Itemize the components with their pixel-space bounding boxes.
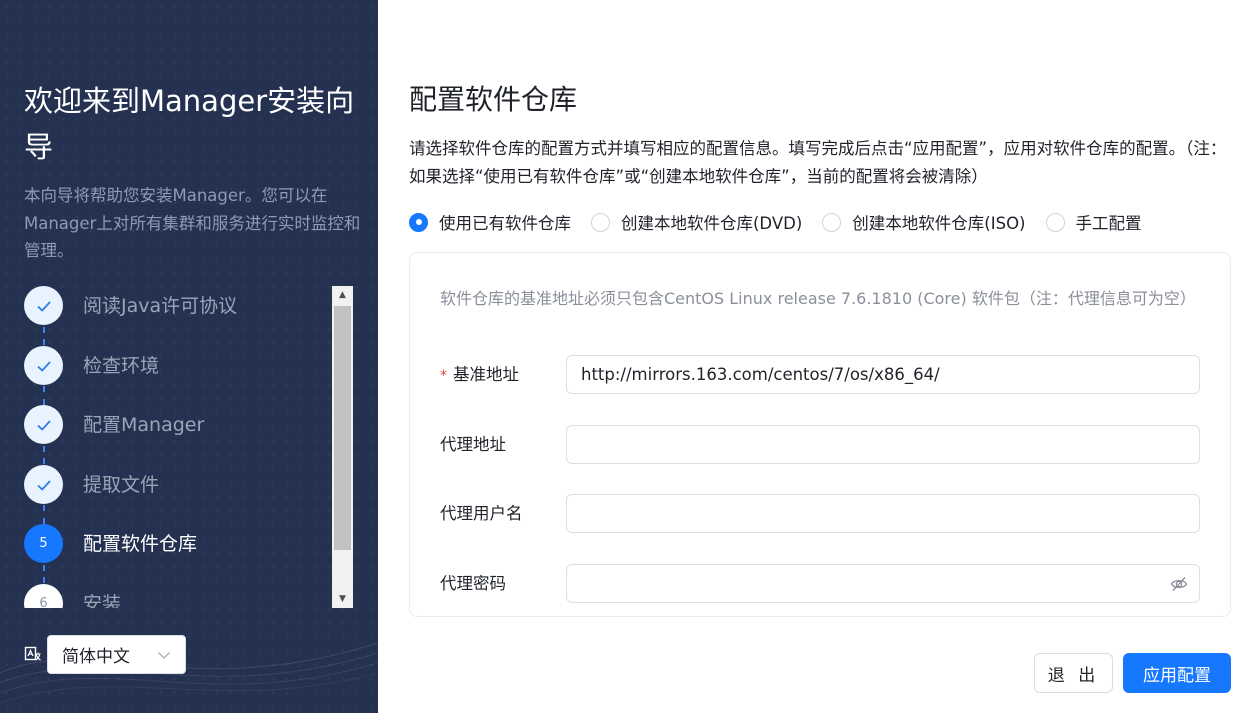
page-description: 请选择软件仓库的配置方式并填写相应的配置信息。填写完成后点击“应用配置”，应用对… xyxy=(409,139,1227,186)
radio-button[interactable] xyxy=(822,212,842,232)
step-number-circle: 5 xyxy=(24,524,63,563)
radio-label: 创建本地软件仓库(DVD) xyxy=(621,214,803,233)
repository-mode-radio-group: 使用已有软件仓库 创建本地软件仓库(DVD) 创建本地软件仓库(ISO) 手工配… xyxy=(409,208,1162,236)
radio-button[interactable] xyxy=(591,212,610,232)
step-done-circle xyxy=(24,465,63,504)
proxy-username-input[interactable] xyxy=(566,494,1200,533)
scrollbar-thumb[interactable] xyxy=(334,306,351,550)
step-connector xyxy=(43,327,45,345)
radio-manual-configuration[interactable]: 手工配置 xyxy=(1045,210,1142,234)
language-select-value: 简体中文 xyxy=(62,647,130,667)
step-list-scrollbar[interactable]: ▲ ▼ xyxy=(332,286,353,608)
radio-create-local-repository-iso[interactable]: 创建本地软件仓库(ISO) xyxy=(822,210,1026,234)
form-row-proxy-address: 代理地址 xyxy=(440,425,1202,464)
step-number-circle: 6 xyxy=(24,584,63,608)
radio-label: 手工配置 xyxy=(1075,214,1142,233)
step-item-extract-files: 提取文件 xyxy=(24,465,324,505)
check-icon xyxy=(36,360,51,372)
wizard-title: 欢迎来到Manager安装向导 xyxy=(24,84,355,164)
radio-button-checked[interactable] xyxy=(409,212,428,232)
proxy-password-label: 代理密码 xyxy=(440,574,506,593)
radio-use-existing-repository[interactable]: 使用已有软件仓库 xyxy=(409,210,571,234)
proxy-address-input[interactable] xyxy=(566,425,1200,464)
step-item-install: 6 安装 xyxy=(24,584,324,608)
radio-label: 使用已有软件仓库 xyxy=(439,214,571,233)
base-url-input[interactable] xyxy=(566,355,1200,394)
step-label: 提取文件 xyxy=(83,474,160,496)
form-row-proxy-username: 代理用户名 xyxy=(440,494,1202,533)
step-connector xyxy=(43,386,45,405)
step-label: 阅读Java许可协议 xyxy=(83,295,238,317)
step-label: 配置软件仓库 xyxy=(83,533,198,555)
proxy-username-label: 代理用户名 xyxy=(440,504,523,523)
main-content: 配置软件仓库 请选择软件仓库的配置方式并填写相应的配置信息。填写完成后点击“应用… xyxy=(378,0,1256,713)
scroll-down-arrow-icon[interactable]: ▼ xyxy=(332,590,353,608)
check-icon xyxy=(36,479,51,491)
repository-note: 软件仓库的基准地址必须只包含CentOS Linux release 7.6.1… xyxy=(440,289,1196,308)
check-icon xyxy=(36,300,51,312)
step-connector xyxy=(43,446,45,464)
step-done-circle xyxy=(24,346,63,385)
form-row-proxy-password: 代理密码 xyxy=(440,564,1202,603)
step-label: 配置Manager xyxy=(83,414,205,436)
wizard-description: 本向导将帮助您安装Manager。您可以在Manager上对所有集群和服务进行实… xyxy=(24,186,361,260)
step-list[interactable]: 阅读Java许可协议 检查环境 配置Manager 提取文件 5 配置软件仓库 xyxy=(24,286,328,608)
chevron-down-icon xyxy=(158,652,170,659)
language-select[interactable]: 简体中文 xyxy=(47,635,186,674)
step-item-configure-manager: 配置Manager xyxy=(24,405,324,445)
language-icon xyxy=(24,646,41,661)
step-done-circle xyxy=(24,405,63,444)
step-item-check-environment: 检查环境 xyxy=(24,346,324,386)
apply-config-button[interactable]: 应用配置 xyxy=(1123,653,1231,693)
page-title: 配置软件仓库 xyxy=(409,83,578,116)
step-connector xyxy=(43,505,45,524)
step-item-configure-repository: 5 配置软件仓库 xyxy=(24,524,324,564)
step-item-read-java-license: 阅读Java许可协议 xyxy=(24,286,324,326)
base-url-label: * 基准地址 xyxy=(440,365,519,384)
radio-create-local-repository-dvd[interactable]: 创建本地软件仓库(DVD) xyxy=(591,210,802,234)
sidebar: 欢迎来到Manager安装向导 本向导将帮助您安装Manager。您可以在Man… xyxy=(0,0,378,713)
required-mark: * xyxy=(440,368,447,384)
radio-button[interactable] xyxy=(1045,212,1065,232)
form-row-base-url: * 基准地址 xyxy=(440,355,1202,394)
step-done-circle xyxy=(24,286,63,325)
exit-button[interactable]: 退 出 xyxy=(1034,653,1113,693)
scroll-up-arrow-icon[interactable]: ▲ xyxy=(332,286,353,304)
proxy-address-label: 代理地址 xyxy=(440,435,506,454)
proxy-password-input[interactable] xyxy=(566,564,1200,603)
radio-label: 创建本地软件仓库(ISO) xyxy=(852,214,1026,233)
step-label: 检查环境 xyxy=(83,355,160,377)
step-label: 安装 xyxy=(83,593,122,608)
eye-off-icon[interactable] xyxy=(1170,575,1188,593)
step-connector xyxy=(43,565,45,583)
check-icon xyxy=(36,419,51,431)
repository-config-card: 软件仓库的基准地址必须只包含CentOS Linux release 7.6.1… xyxy=(409,252,1231,617)
